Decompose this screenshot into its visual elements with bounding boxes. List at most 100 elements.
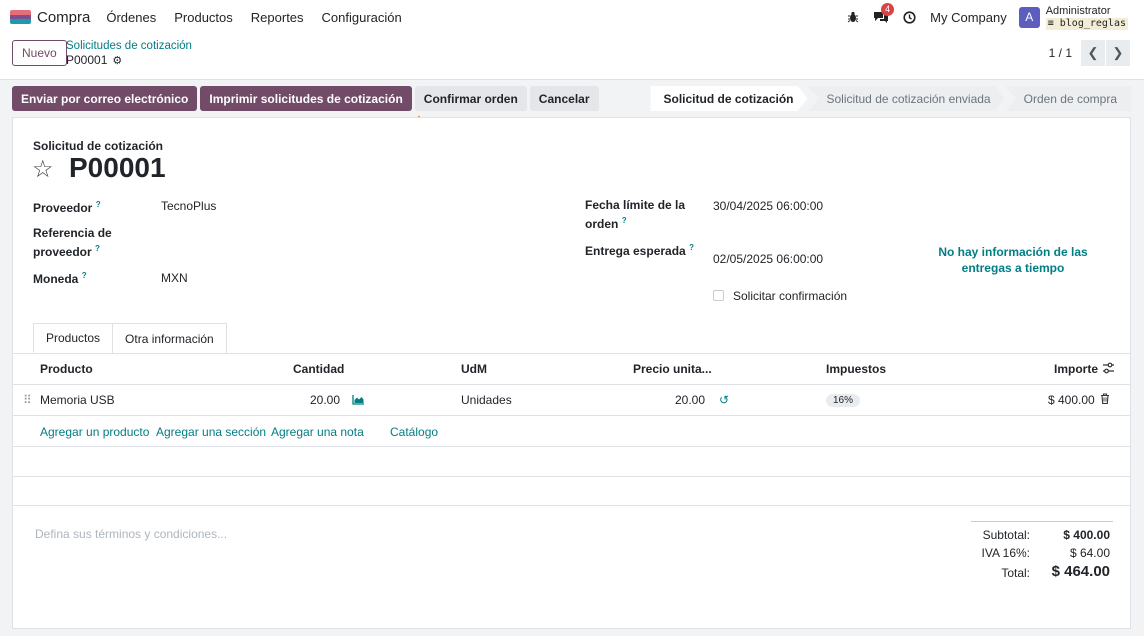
purchase-app-icon[interactable] bbox=[10, 10, 31, 24]
order-deadline-label: Fecha límite de la orden ? bbox=[585, 198, 686, 231]
document-name: P00001 bbox=[69, 152, 166, 183]
ask-confirmation-label: Solicitar confirmación bbox=[733, 289, 848, 303]
database-name: ≡ blog_reglas bbox=[1045, 17, 1128, 30]
tabs-divider bbox=[13, 353, 1130, 354]
pager-value[interactable]: 1 / 1 bbox=[1049, 46, 1072, 60]
breadcrumb-parent-link[interactable]: Solicitudes de cotización bbox=[66, 40, 192, 52]
delete-row-icon[interactable] bbox=[1100, 393, 1110, 407]
confirm-order-button[interactable]: Confirmar orden bbox=[414, 86, 527, 111]
document-type-label: Solicitud de cotización bbox=[33, 139, 164, 153]
total-value: $ 464.00 bbox=[1051, 563, 1110, 580]
expected-arrival-label-text: Entrega esperada bbox=[585, 244, 686, 258]
breadcrumb: Solicitudes de cotización P00001 ⚙ bbox=[66, 40, 192, 67]
currency-label: Moneda ? bbox=[33, 271, 87, 286]
user-menu[interactable]: Administrator ≡ blog_reglas bbox=[1045, 4, 1128, 30]
terms-and-conditions-field[interactable]: Defina sus términos y condiciones... bbox=[35, 527, 227, 541]
tab-productos[interactable]: Productos bbox=[33, 323, 114, 353]
column-header-taxes[interactable]: Impuestos bbox=[826, 362, 886, 376]
new-button[interactable]: Nuevo bbox=[12, 40, 67, 66]
totals-divider bbox=[971, 521, 1113, 522]
status-purchase-order[interactable]: Orden de compra bbox=[1005, 86, 1131, 111]
notebook-tabs: Productos Otra información bbox=[33, 323, 227, 353]
form-action-buttons: Enviar por correo electrónico Imprimir s… bbox=[12, 86, 602, 111]
add-note-link[interactable]: Agregar una nota bbox=[271, 425, 364, 439]
breadcrumb-current-label: P00001 bbox=[66, 53, 108, 67]
row-uom[interactable]: Unidades bbox=[461, 393, 512, 407]
menu-ordenes[interactable]: Órdenes bbox=[106, 10, 156, 25]
status-bar: Solicitud de cotización Solicitud de cot… bbox=[649, 86, 1131, 111]
status-rfq[interactable]: Solicitud de cotización bbox=[650, 86, 807, 111]
row-product[interactable]: Memoria USB bbox=[40, 393, 115, 407]
user-avatar[interactable]: A bbox=[1018, 6, 1040, 28]
activity-clock-icon[interactable] bbox=[903, 10, 916, 24]
database-label: blog_reglas bbox=[1059, 17, 1126, 29]
reset-price-icon[interactable]: ↺ bbox=[719, 393, 729, 407]
expected-arrival-label: Entrega esperada ? bbox=[585, 243, 694, 258]
top-navbar: Compra Órdenes Productos Reportes Config… bbox=[0, 0, 1144, 34]
main-menu: Órdenes Productos Reportes Configuración bbox=[106, 10, 419, 25]
pager-next-button[interactable]: ❯ bbox=[1106, 40, 1130, 66]
expected-arrival-field[interactable]: 02/05/2025 06:00:00 bbox=[713, 252, 823, 266]
send-email-button[interactable]: Enviar por correo electrónico bbox=[12, 86, 198, 111]
control-panel: Nuevo Solicitudes de cotización P00001 ⚙… bbox=[0, 34, 1144, 80]
app-name[interactable]: Compra bbox=[37, 9, 90, 26]
vendor-reference-label-line1: Referencia de bbox=[33, 226, 112, 240]
subtotal-label: Subtotal: bbox=[982, 528, 1030, 542]
tab-otra-informacion[interactable]: Otra información bbox=[112, 323, 227, 353]
chat-count-badge: 4 bbox=[881, 2, 895, 16]
user-name: Administrator bbox=[1045, 4, 1111, 17]
systray: 4 My Company A Administrator ≡ blog_regl… bbox=[833, 0, 1128, 34]
add-section-link[interactable]: Agregar una sección bbox=[156, 425, 266, 439]
empty-row-divider-1 bbox=[13, 446, 1130, 447]
menu-reportes[interactable]: Reportes bbox=[251, 10, 304, 25]
vendor-label: Proveedor ? bbox=[33, 200, 101, 215]
add-product-link[interactable]: Agregar un producto bbox=[40, 425, 149, 439]
on-time-line2: entregas a tiempo bbox=[961, 261, 1065, 275]
menu-configuracion[interactable]: Configuración bbox=[322, 10, 402, 25]
vendor-reference-label: Referencia de proveedor ? bbox=[33, 226, 112, 259]
company-switcher[interactable]: My Company bbox=[930, 10, 1007, 25]
cancel-button[interactable]: Cancelar bbox=[529, 86, 599, 111]
breadcrumb-current: P00001 ⚙ bbox=[66, 53, 192, 67]
on-time-delivery-link[interactable]: No hay información de las entregas a tiem… bbox=[923, 244, 1103, 276]
pager-previous-button[interactable]: ❮ bbox=[1081, 40, 1105, 66]
ask-confirmation-checkbox[interactable] bbox=[713, 290, 724, 301]
column-header-amount[interactable]: Importe bbox=[1054, 362, 1098, 376]
vendor-field[interactable]: TecnoPlus bbox=[161, 199, 216, 213]
vendor-reference-field[interactable] bbox=[161, 228, 541, 246]
currency-field[interactable]: MXN bbox=[161, 271, 188, 285]
order-deadline-label-line2: orden bbox=[585, 217, 619, 231]
row-divider bbox=[13, 415, 1130, 416]
catalog-link[interactable]: Catálogo bbox=[390, 425, 438, 439]
drag-handle-icon[interactable]: ⠿ bbox=[23, 393, 32, 407]
debug-bug-icon[interactable] bbox=[847, 11, 859, 23]
form-sheet: Solicitud de cotización ☆ P00001 Proveed… bbox=[12, 117, 1131, 629]
order-deadline-label-line1: Fecha límite de la bbox=[585, 198, 686, 212]
tax-label: IVA 16%: bbox=[981, 546, 1030, 560]
row-tax-badge[interactable]: 16% bbox=[826, 394, 861, 407]
column-header-uom[interactable]: UdM bbox=[461, 362, 487, 376]
gear-icon[interactable]: ⚙ bbox=[112, 54, 122, 67]
row-unit-price[interactable]: 20.00 bbox=[675, 393, 705, 407]
chat-icon[interactable]: 4 bbox=[873, 2, 895, 24]
status-rfq-sent[interactable]: Solicitud de cotización enviada bbox=[809, 86, 1005, 111]
optional-columns-toggle-icon[interactable] bbox=[1102, 362, 1115, 377]
pager: 1 / 1 ❮ ❯ bbox=[1049, 40, 1130, 66]
column-header-unit-price[interactable]: Precio unita... bbox=[633, 362, 712, 376]
empty-row-divider-3 bbox=[13, 505, 1130, 506]
vendor-label-text: Proveedor bbox=[33, 201, 93, 215]
currency-label-text: Moneda bbox=[33, 272, 79, 286]
print-rfq-button[interactable]: Imprimir solicitudes de cotización bbox=[200, 86, 412, 111]
menu-productos[interactable]: Productos bbox=[174, 10, 233, 25]
column-header-quantity[interactable]: Cantidad bbox=[293, 362, 344, 376]
header-divider bbox=[13, 384, 1130, 385]
vendor-reference-label-line2: proveedor bbox=[33, 245, 92, 259]
empty-row-divider-2 bbox=[13, 476, 1130, 477]
row-amount: $ 400.00 bbox=[1048, 393, 1095, 407]
forecast-chart-icon[interactable] bbox=[352, 394, 365, 408]
column-header-product[interactable]: Producto bbox=[40, 362, 93, 376]
order-deadline-field[interactable]: 30/04/2025 06:00:00 bbox=[713, 199, 823, 213]
row-quantity[interactable]: 20.00 bbox=[310, 393, 340, 407]
star-icon[interactable]: ☆ bbox=[32, 155, 54, 184]
on-time-line1: No hay información de las bbox=[938, 245, 1088, 259]
